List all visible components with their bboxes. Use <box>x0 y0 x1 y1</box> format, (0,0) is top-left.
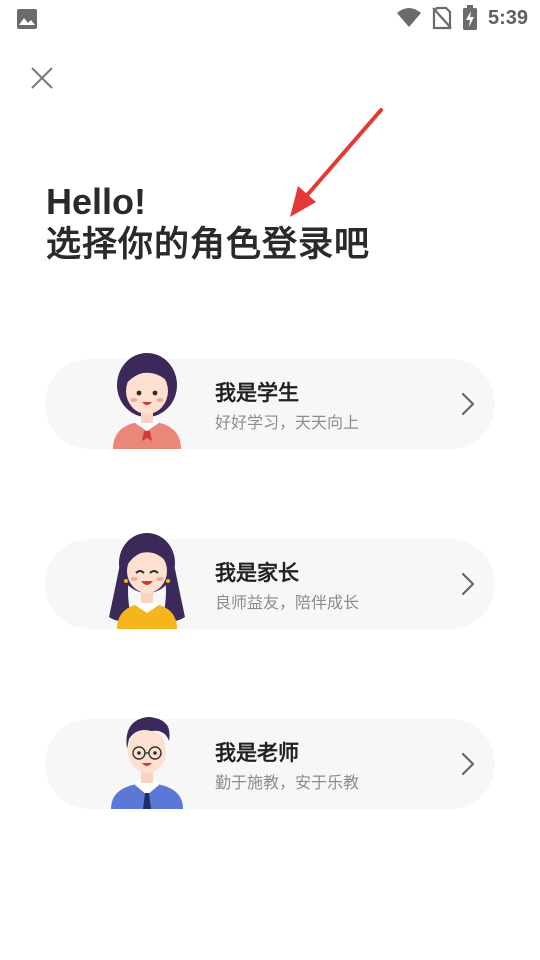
greeting-prompt: 选择你的角色登录吧 <box>46 225 371 265</box>
status-icons: 5:39 <box>396 5 528 31</box>
gallery-icon <box>17 9 37 29</box>
role-title-student: 我是学生 <box>215 381 299 405</box>
role-card-student[interactable]: 我是学生 好好学习，天天向上 <box>45 353 495 449</box>
role-card-teacher[interactable]: 我是老师 勤于施教，安于乐教 <box>45 717 495 809</box>
page-title: Hello! 选择你的角色登录吧 <box>46 182 370 268</box>
chevron-right-icon <box>461 572 475 596</box>
no-sim-icon <box>432 6 452 30</box>
student-avatar <box>113 353 181 449</box>
wifi-icon <box>396 8 421 27</box>
role-title-teacher: 我是老师 <box>215 741 299 765</box>
greeting-hello: Hello! <box>46 181 147 222</box>
role-desc-teacher: 勤于施教，安于乐教 <box>215 773 360 792</box>
status-time: 5:39 <box>487 7 528 29</box>
role-card-parent[interactable]: 我是家长 良师益友，陪伴成长 <box>45 533 495 629</box>
role-desc-parent: 良师益友，陪伴成长 <box>215 593 360 612</box>
parent-avatar <box>109 533 185 629</box>
close-icon <box>31 67 53 89</box>
battery-charging-icon <box>462 5 477 30</box>
teacher-avatar <box>111 717 183 809</box>
role-title-parent: 我是家长 <box>215 561 299 585</box>
role-desc-student: 好好学习，天天向上 <box>215 413 360 432</box>
status-bar: 5:39 <box>0 0 540 36</box>
chevron-right-icon <box>461 752 475 776</box>
chevron-right-icon <box>461 392 475 416</box>
close-button[interactable] <box>28 64 56 92</box>
